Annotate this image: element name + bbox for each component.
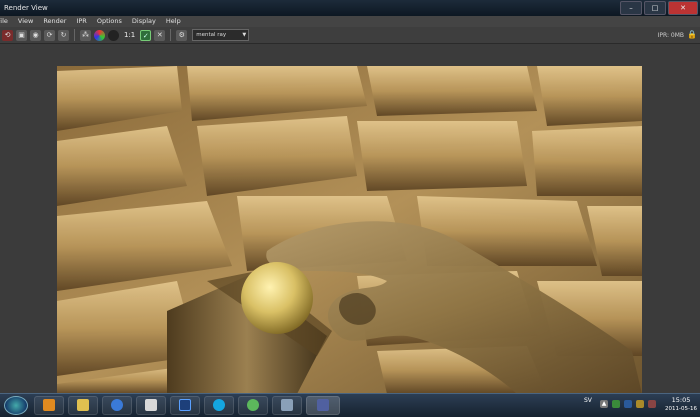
real-size-button[interactable]: 1:1 xyxy=(122,31,137,39)
menu-ipr[interactable]: IPR xyxy=(71,16,91,27)
taskbar-internet-explorer[interactable] xyxy=(102,396,132,415)
menu-display[interactable]: Display xyxy=(127,16,161,27)
menu-view[interactable]: View xyxy=(13,16,38,27)
tray-volume-icon[interactable] xyxy=(636,400,644,408)
rendered-scene xyxy=(57,66,642,394)
taskbar-explorer[interactable] xyxy=(68,396,98,415)
close-button[interactable]: ✕ xyxy=(668,1,698,15)
tray-flag-icon[interactable] xyxy=(612,400,620,408)
redo-render-icon[interactable]: ⟲ xyxy=(2,29,13,41)
skype-icon xyxy=(213,398,225,411)
tools-icon xyxy=(281,398,293,411)
refresh-ipr-icon[interactable]: ↻ xyxy=(58,29,69,41)
taskbar-photoshop[interactable] xyxy=(170,396,200,415)
minimize-button[interactable]: – xyxy=(620,1,642,15)
clock-time: 15:05 xyxy=(671,396,691,404)
renderer-dropdown[interactable]: mental ray ▼ xyxy=(192,29,250,41)
menu-file[interactable]: File xyxy=(0,16,13,27)
taskbar-settings[interactable] xyxy=(272,396,302,415)
remove-image-icon[interactable]: ✕ xyxy=(154,29,166,41)
messenger-icon xyxy=(247,398,259,411)
system-clock[interactable]: 15:05 2011-05-16 xyxy=(664,396,698,414)
maximize-button[interactable]: □ xyxy=(644,1,666,15)
toolbar-divider xyxy=(170,29,172,41)
window-controls: – □ ✕ xyxy=(620,0,698,16)
render-region-icon[interactable]: ▣ xyxy=(16,29,27,41)
clock-date: 2011-05-16 xyxy=(665,406,697,412)
taskbar: SV ▲ 15:05 2011-05-16 xyxy=(0,393,700,417)
chevron-down-icon: ▼ xyxy=(242,32,247,38)
window-title: Render View xyxy=(4,4,48,12)
folder-icon xyxy=(77,398,89,411)
tray-network-icon[interactable] xyxy=(624,400,632,408)
taskbar-media-player[interactable] xyxy=(34,396,64,415)
taskbar-document[interactable] xyxy=(136,396,166,415)
language-indicator[interactable]: SV xyxy=(584,397,592,404)
display-settings-icon[interactable]: ⚙ xyxy=(176,29,188,41)
rendered-image xyxy=(57,66,642,394)
tray-power-icon[interactable] xyxy=(648,400,656,408)
snapshot-icon[interactable]: ◉ xyxy=(30,29,41,41)
render-toolbar: ⟲ ▣ ◉ ⟳ ↻ ⁂ 1:1 ✓ ✕ ⚙ mental ray ▼ xyxy=(0,27,700,44)
render-viewport[interactable] xyxy=(0,44,700,394)
taskbar-skype[interactable] xyxy=(204,396,234,415)
rgb-channels-icon[interactable] xyxy=(94,29,105,41)
media-player-icon xyxy=(43,398,55,411)
ipr-memory-readout: IPR: 0MB xyxy=(657,32,684,39)
tray-arrow-icon[interactable]: ▲ xyxy=(600,400,608,408)
menu-help[interactable]: Help xyxy=(161,16,186,27)
taskbar-messenger[interactable] xyxy=(238,396,268,415)
photoshop-icon xyxy=(179,398,191,411)
document-icon xyxy=(145,398,157,411)
title-bar: Render View – □ ✕ xyxy=(0,0,700,16)
taskbar-maya[interactable] xyxy=(306,396,340,415)
keep-image-icon[interactable]: ✓ xyxy=(140,29,152,41)
menu-bar: File View Render IPR Options Display Hel… xyxy=(0,16,700,27)
maya-icon xyxy=(317,398,329,411)
menu-options[interactable]: Options xyxy=(92,16,127,27)
start-button[interactable] xyxy=(4,396,28,415)
ipr-render-icon[interactable]: ⟳ xyxy=(44,29,55,41)
renderer-value: mental ray xyxy=(196,32,227,38)
toolbar-divider xyxy=(74,29,75,41)
lock-icon[interactable]: 🔒 xyxy=(687,30,697,40)
menu-render[interactable]: Render xyxy=(38,16,71,27)
golden-sphere xyxy=(241,262,313,334)
internet-explorer-icon xyxy=(111,398,123,411)
channels-icon[interactable]: ⁂ xyxy=(80,29,91,41)
alpha-channel-icon[interactable] xyxy=(108,29,119,41)
